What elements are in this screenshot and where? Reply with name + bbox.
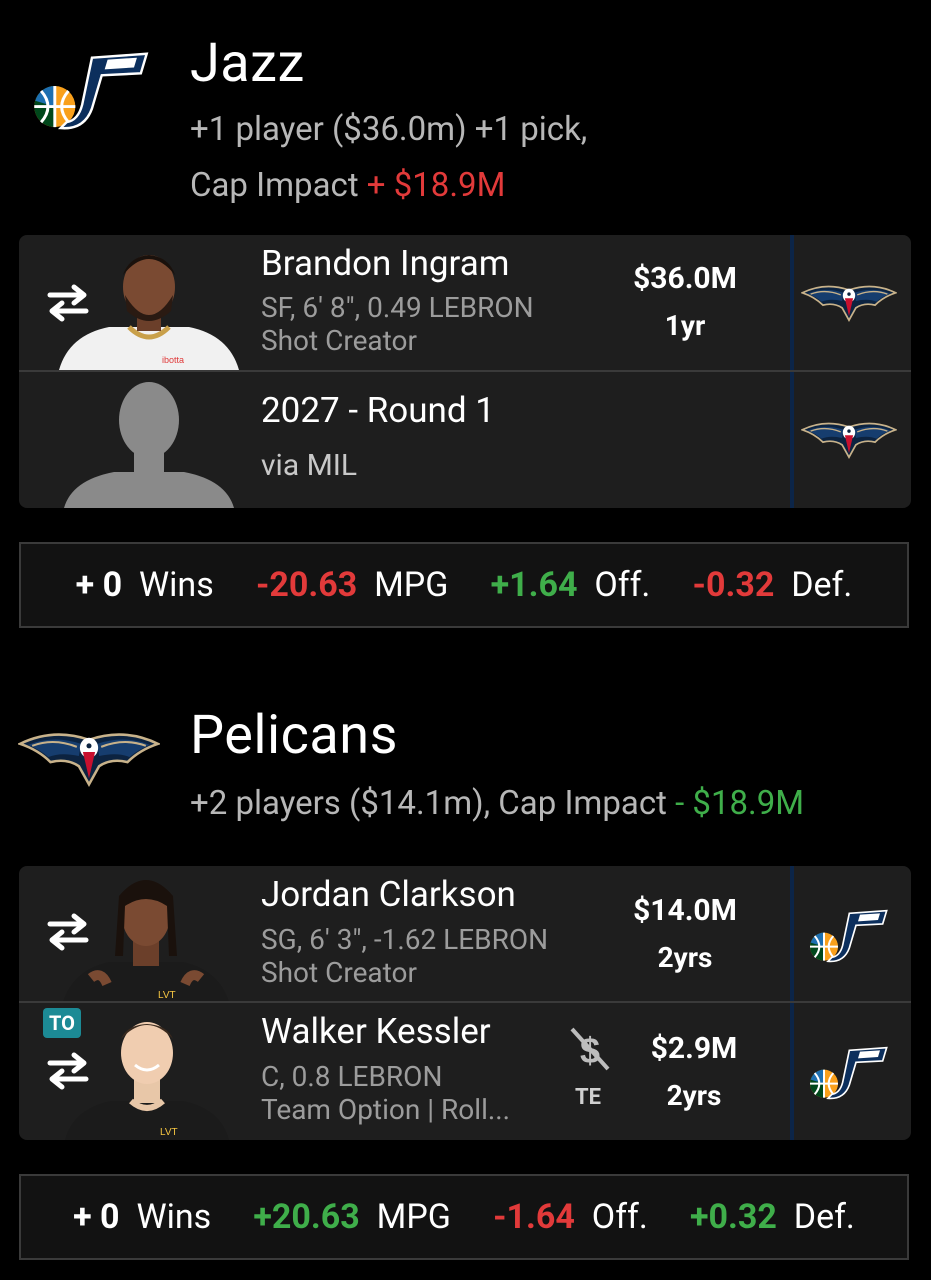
- off-value: +1.64: [490, 565, 578, 605]
- jazz-summary-line1: +1 player ($36.0m) +1 pick,: [190, 110, 588, 149]
- player-salary: $14.0M: [633, 893, 737, 928]
- player-position-line: C, 0.8 LEBRON: [261, 1060, 443, 1093]
- player-name[interactable]: Jordan Clarkson: [261, 874, 516, 915]
- pelicans-summary: +2 players ($14.1m), Cap Impact - $18.9M: [190, 776, 804, 832]
- player-contract-note: Team Option | Roll...: [261, 1093, 511, 1126]
- jazz-cap-value: + $18.9M: [366, 166, 506, 205]
- player-meta: SG, 6' 3", -1.62 LEBRON Shot Creator: [261, 923, 548, 989]
- player-meta: SF, 6' 8", 0.49 LEBRON Shot Creator: [261, 291, 534, 357]
- no-salary-icon: $: [570, 1027, 610, 1071]
- player-position-line: SG, 6' 3", -1.62 LEBRON: [261, 923, 549, 956]
- player-salary: $36.0M: [633, 261, 737, 296]
- mpg-label: MPG: [376, 1197, 451, 1237]
- player-name[interactable]: Walker Kessler: [261, 1011, 491, 1052]
- player-photo-brandon-ingram: ibotta: [59, 255, 239, 370]
- player-position-line: SF, 6' 8", 0.49 LEBRON: [261, 291, 534, 324]
- asset-row-walker-kessler[interactable]: TO LVT Walker Kessler C, 0.8 LEBRON Team…: [19, 1003, 911, 1140]
- def-value: +0.32: [689, 1197, 777, 1237]
- pelicans-cap-value: - $18.9M: [675, 784, 805, 823]
- player-archetype: Shot Creator: [261, 324, 417, 357]
- asset-row-jordan-clarkson[interactable]: LVT Jordan Clarkson SG, 6' 3", -1.62 LEB…: [19, 866, 911, 1002]
- player-contract-years: 2yrs: [657, 941, 713, 974]
- pelicans-impact-stats: + 0 Wins +20.63 MPG -1.64 Off. +0.32 Def…: [19, 1174, 909, 1260]
- player-photo-walker-kessler: LVT: [65, 1022, 229, 1140]
- jazz-logo-icon: [808, 904, 888, 964]
- player-photo-jordan-clarkson: LVT: [63, 880, 229, 1002]
- player-name[interactable]: Brandon Ingram: [261, 243, 509, 284]
- pelicans-logo-icon: [801, 417, 897, 459]
- off-label: Off.: [594, 565, 651, 605]
- pelicans-team-name: Pelicans: [190, 704, 398, 767]
- wins-value: + 0: [75, 565, 123, 605]
- svg-text:LVT: LVT: [158, 990, 176, 1001]
- te-label: TE: [575, 1085, 602, 1110]
- jazz-impact-stats: + 0 Wins -20.63 MPG +1.64 Off. -0.32 Def…: [19, 542, 909, 628]
- player-silhouette-icon: [64, 382, 234, 508]
- jazz-cap-label: Cap Impact: [190, 166, 359, 205]
- svg-text:LVT: LVT: [160, 1127, 178, 1138]
- off-label: Off.: [591, 1197, 648, 1237]
- player-meta: C, 0.8 LEBRON Team Option | Roll...: [261, 1060, 510, 1126]
- jazz-logo-icon: [30, 44, 150, 132]
- off-value: -1.64: [493, 1197, 575, 1237]
- def-value: -0.32: [692, 565, 775, 605]
- pelicans-assets-card: LVT Jordan Clarkson SG, 6' 3", -1.62 LEB…: [19, 866, 911, 1140]
- player-contract-years: 2yrs: [666, 1079, 722, 1112]
- pelicans-logo-icon: [18, 724, 160, 788]
- svg-text:ibotta: ibotta: [162, 355, 184, 365]
- mpg-value: +20.63: [253, 1197, 360, 1237]
- jazz-summary: +1 player ($36.0m) +1 pick, Cap Impact +…: [190, 102, 587, 214]
- jazz-cap-line: Cap Impact + $18.9M: [190, 158, 587, 214]
- player-salary: $2.9M: [650, 1031, 738, 1066]
- wins-value: + 0: [73, 1197, 120, 1237]
- jazz-team-name: Jazz: [190, 32, 305, 95]
- pick-origin: via MIL: [261, 448, 358, 483]
- wins-label: Wins: [139, 565, 214, 605]
- asset-row-draft-pick[interactable]: 2027 - Round 1 via MIL: [19, 372, 911, 508]
- player-archetype: Shot Creator: [261, 956, 417, 989]
- wins-label: Wins: [136, 1197, 212, 1237]
- pick-name[interactable]: 2027 - Round 1: [261, 390, 495, 431]
- pelicans-summary-line1: +2 players ($14.1m), Cap Impact: [190, 784, 667, 823]
- asset-row-brandon-ingram[interactable]: ibotta Brandon Ingram SF, 6' 8", 0.49 LE…: [19, 235, 911, 370]
- jazz-logo-icon: [808, 1041, 888, 1101]
- def-label: Def.: [791, 565, 853, 605]
- player-contract-years: 1yr: [664, 309, 706, 342]
- mpg-label: MPG: [374, 565, 449, 605]
- jazz-assets-card: ibotta Brandon Ingram SF, 6' 8", 0.49 LE…: [19, 235, 911, 508]
- mpg-value: -20.63: [255, 565, 358, 605]
- def-label: Def.: [793, 1197, 855, 1237]
- pelicans-logo-icon: [801, 280, 897, 322]
